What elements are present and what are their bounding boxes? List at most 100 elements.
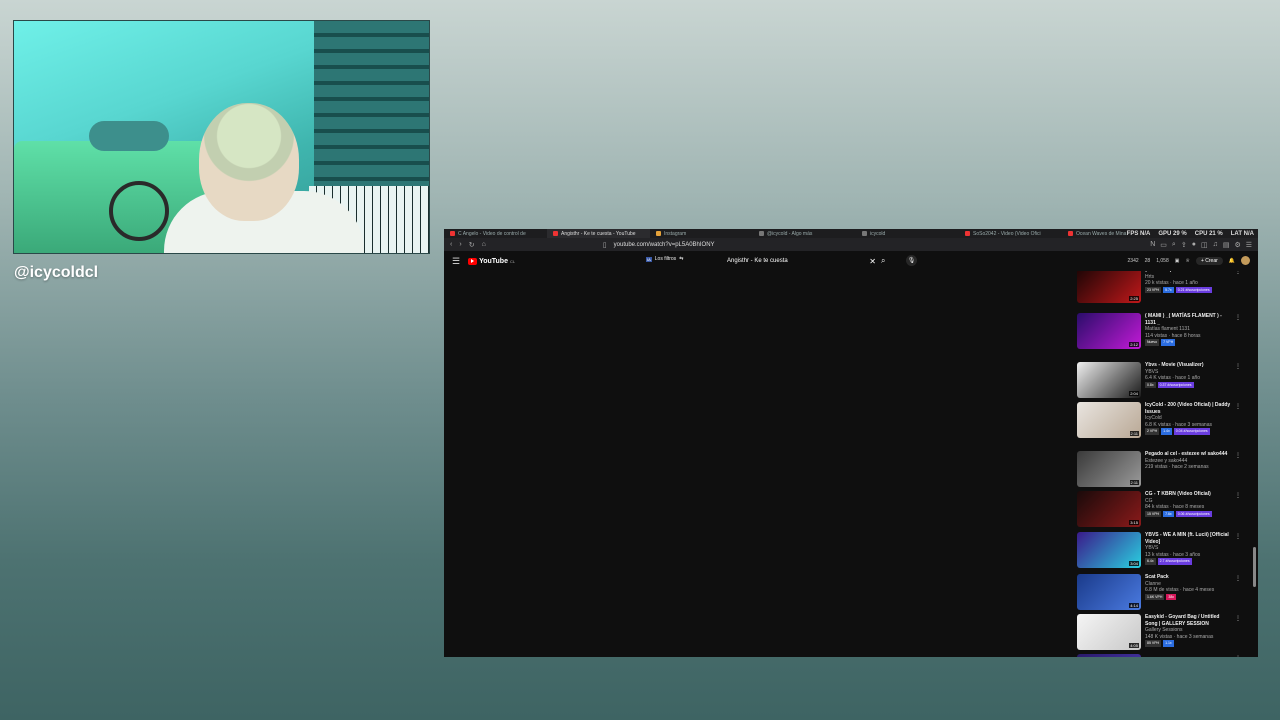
more-options-icon[interactable]: ⋮ — [1235, 452, 1241, 459]
more-options-icon[interactable]: ⋮ — [1235, 403, 1241, 410]
video-thumbnail[interactable]: 3:04 — [1077, 532, 1141, 568]
video-meta: 219 vistas · hace 2 semanas — [1145, 464, 1209, 470]
chat-icon[interactable]: ◫ — [1201, 241, 1208, 249]
stat-chip: 1.4x — [1161, 428, 1172, 435]
sidebar-icon[interactable]: ▤ — [1223, 241, 1230, 249]
video-title[interactable]: ( MAMI ) _( MATÍAS FLAMENT ) - 1131 _ — [1145, 313, 1233, 326]
more-options-icon[interactable]: ⋮ — [1235, 655, 1241, 657]
extension-icon[interactable]: ● — [1192, 241, 1196, 249]
translate-icon[interactable]: N — [1150, 241, 1155, 249]
list-item[interactable]: 2:11 Pegado al cel - estezee w/ sako444 Es… — [1077, 451, 1245, 489]
more-options-icon[interactable]: ⋮ — [1235, 363, 1241, 370]
avatar[interactable] — [1241, 256, 1250, 265]
webcam-person-head — [199, 103, 299, 221]
browser-tab[interactable]: @icycold - Algo más — [753, 229, 856, 238]
create-button[interactable]: + Crear — [1195, 256, 1223, 265]
youtube-icon — [553, 231, 558, 236]
browser-window: C Angelo - Video de control de Angisthr … — [444, 229, 1258, 657]
list-item[interactable]: 3:04 YBVS - WE A MIN (ft. Lucii) [Officia… — [1077, 532, 1245, 570]
youtube-icon — [965, 231, 970, 236]
gpu-value: 29 % — [1173, 230, 1187, 237]
lat-label: LAT — [1230, 230, 1242, 237]
video-thumbnail[interactable]: 2:11 — [1077, 451, 1141, 487]
share-icon[interactable]: ⇪ — [1181, 241, 1187, 249]
extension-badge-icon[interactable]: ▣ — [1175, 258, 1180, 264]
video-duration: 3:15 — [1129, 520, 1139, 525]
stat-chip: 15 VPH — [1145, 510, 1162, 517]
video-info: Scat Pack Clanne 6.8 M de vistas · hace 4 … — [1145, 574, 1233, 600]
video-info: Ybvs - Movie (Visualizer) YBVS 6.4 K vista… — [1145, 362, 1233, 388]
video-thumbnail[interactable]: 2:12 — [1077, 313, 1141, 349]
browser-tab[interactable]: C Angelo - Video de control de — [444, 229, 547, 238]
video-thumbnail[interactable]: 4:14 — [1077, 574, 1141, 610]
youtube-icon — [1068, 231, 1073, 236]
video-info: (Visualizer)Hrts20 k vistas · hace 1 año… — [1145, 271, 1233, 293]
video-duration: 4:05 — [1129, 643, 1139, 648]
video-thumbnail[interactable]: 2:11 — [1077, 402, 1141, 438]
voice-search-icon[interactable]: 🎙 — [906, 255, 917, 266]
stat-chips: 15 VPH 7.6x 0.06 #/suscripciones — [1145, 510, 1233, 517]
list-item[interactable]: 2:41 ⋮ — [1077, 654, 1245, 657]
video-thumbnail[interactable]: 2:25 — [1077, 271, 1141, 303]
stat-chip: 1.1x — [1163, 640, 1174, 647]
list-item[interactable]: 4:14 Scat Pack Clanne 6.8 M de vistas · hac… — [1077, 574, 1245, 612]
more-options-icon[interactable]: ⋮ — [1235, 271, 1241, 275]
menu-icon[interactable]: ☰ — [1246, 241, 1252, 249]
home-icon[interactable]: ⌂ — [482, 241, 486, 248]
search-icon[interactable]: ⌕ — [881, 256, 885, 266]
video-thumbnail[interactable]: 3:15 — [1077, 491, 1141, 527]
trophy-icon[interactable]: ♕ — [1185, 258, 1189, 264]
address-field[interactable]: youtube.com/watch?v=pL5A0BhIONY — [614, 242, 715, 248]
list-item[interactable]: 2:04 Ybvs - Movie (Visualizer) YBVS 6.4 K v… — [1077, 362, 1245, 400]
stat-chip: 0.04 #/suscripciones — [1173, 428, 1210, 435]
list-item[interactable]: 2:12 ( MAMI ) _( MATÍAS FLAMENT ) - 1131 … — [1077, 313, 1245, 351]
filter-button[interactable]: IA Los filtros ⇆ — [646, 256, 683, 262]
video-player[interactable] — [444, 271, 1068, 657]
youtube-logo[interactable]: YouTube CL — [468, 257, 515, 265]
zoom-icon[interactable]: ⌕ — [1172, 241, 1176, 249]
video-duration: 4:14 — [1129, 603, 1139, 608]
reload-icon[interactable]: ↻ — [469, 241, 475, 249]
cast-icon[interactable]: ▭ — [1160, 241, 1167, 249]
forward-icon[interactable]: › — [459, 241, 461, 248]
notifications-icon[interactable]: 🔔 — [1229, 258, 1235, 264]
more-options-icon[interactable]: ⋮ — [1235, 615, 1241, 622]
video-title[interactable]: Easykid - Goyard Bag / Untitled Song | G… — [1145, 614, 1233, 627]
back-icon[interactable]: ‹ — [450, 241, 452, 248]
more-options-icon[interactable]: ⋮ — [1235, 533, 1241, 540]
clear-search-icon[interactable]: ✕ — [869, 257, 876, 266]
list-item[interactable]: 2:25 (Visualizer)Hrts20 k vistas · hace 1… — [1077, 271, 1245, 305]
browser-tab-active[interactable]: Angisthr - Ke te cuesta - YouTube — [547, 229, 650, 238]
cpu-label: CPU — [1194, 230, 1208, 237]
more-options-icon[interactable]: ⋮ — [1235, 575, 1241, 582]
settings-icon[interactable]: ⚙ — [1234, 241, 1240, 249]
stat-chips: 0.8x 0.37 #/suscripciones — [1145, 381, 1233, 388]
stat-chip: 2 VPH — [1145, 428, 1160, 435]
video-title[interactable]: IcyCold - 200 (Video Oficial) | Daddy Is… — [1145, 402, 1233, 415]
webcam-pillow — [89, 121, 169, 151]
list-item[interactable]: 2:11 IcyCold - 200 (Video Oficial) | Dadd… — [1077, 402, 1245, 440]
search-input[interactable]: Angisthr - Ke te cuesta ✕ — [722, 255, 880, 267]
video-title[interactable]: Pegado al cel - estezee w/ sako444 — [1145, 451, 1233, 458]
youtube-header: ☰ YouTube CL IA Los filtros ⇆ Angisthr - … — [444, 251, 1258, 271]
video-thumbnail[interactable]: 2:41 — [1077, 654, 1141, 657]
scrollbar[interactable] — [1253, 547, 1256, 587]
more-options-icon[interactable]: ⋮ — [1235, 492, 1241, 499]
browser-tab[interactable]: Instagram — [650, 229, 753, 238]
video-thumbnail[interactable]: 4:05 — [1077, 614, 1141, 650]
more-options-icon[interactable]: ⋮ — [1235, 314, 1241, 321]
list-item[interactable]: 3:15 CG - T KBRN (Video Oficial) CG 84 k vi… — [1077, 491, 1245, 529]
bookmark-icon[interactable]: ▯ — [603, 241, 607, 249]
video-info: Easykid - Goyard Bag / Untitled Song | G… — [1145, 614, 1233, 647]
list-item[interactable]: 4:05 Easykid - Goyard Bag / Untitled Song… — [1077, 614, 1245, 652]
tab-icon — [759, 231, 764, 236]
browser-tab[interactable]: icycold — [856, 229, 959, 238]
music-icon[interactable]: ♫ — [1213, 241, 1218, 249]
gpu-label: GPU — [1158, 230, 1172, 237]
video-thumbnail[interactable]: 2:04 — [1077, 362, 1141, 398]
browser-tab[interactable]: SoSo2042 - Video (Video Ofici — [959, 229, 1062, 238]
hamburger-icon[interactable]: ☰ — [452, 256, 460, 267]
video-title[interactable]: YBVS - WE A MIN (ft. Lucii) [Official Vi… — [1145, 532, 1233, 545]
video-info: ( MAMI ) _( MATÍAS FLAMENT ) - 1131 _ Mat… — [1145, 313, 1233, 346]
stat-chip: 1.6K VPH — [1145, 593, 1165, 600]
